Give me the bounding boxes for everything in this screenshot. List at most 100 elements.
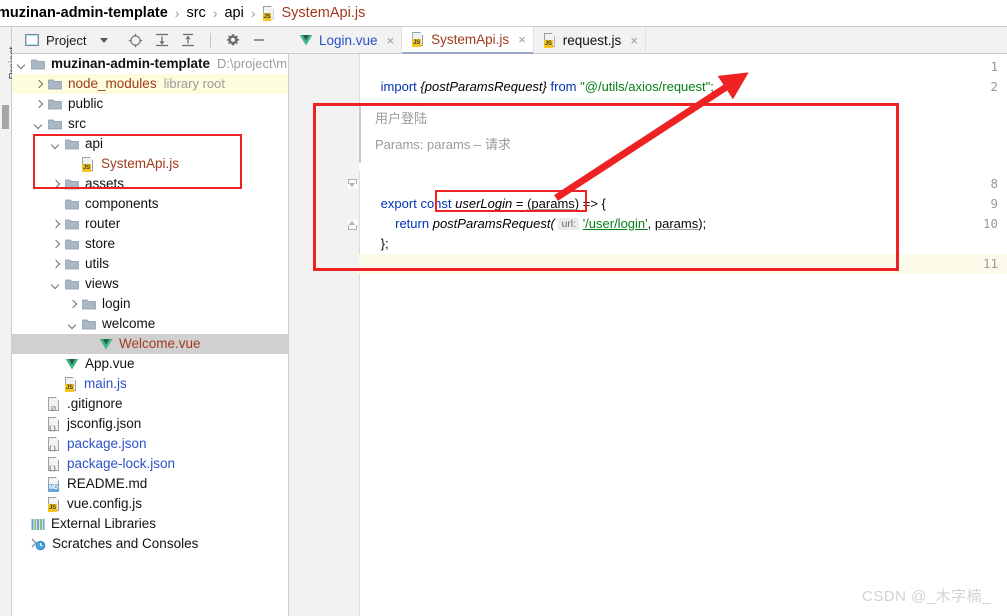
- tree-item-packagejson[interactable]: package.json: [12, 434, 288, 454]
- tree-item-packagelock[interactable]: package-lock.json: [12, 454, 288, 474]
- chevron-right-icon[interactable]: [51, 260, 60, 269]
- file-tree: muzinan-admin-template D:\project\m node_m…: [12, 54, 288, 554]
- code-line-8: export const userLogin = (params) => {: [359, 174, 606, 211]
- tree-item-scratches[interactable]: Scratches and Consoles: [12, 534, 288, 554]
- editor-tab-request-js[interactable]: request.js ×: [534, 27, 646, 54]
- project-tree-panel[interactable]: muzinan-admin-template D:\project\m node_m…: [12, 54, 289, 616]
- chevron-down-icon[interactable]: [51, 140, 60, 149]
- url-string-literal: '/user/login': [582, 216, 648, 231]
- tree-item-store[interactable]: store: [12, 234, 288, 254]
- tree-item-systemapi[interactable]: SystemApi.js: [12, 154, 288, 174]
- tree-item-appvue[interactable]: App.vue: [12, 354, 288, 374]
- tree-item-gitignore[interactable]: .gitignore: [12, 394, 288, 414]
- chevron-right-icon[interactable]: [34, 80, 43, 89]
- tree-item-readme[interactable]: README.md: [12, 474, 288, 494]
- gitignore-file-icon: [48, 397, 61, 413]
- code-editor[interactable]: 1 2 8 9 10 11 import {postParamsRequest}…: [289, 54, 1007, 616]
- breadcrumb-item-api[interactable]: api: [224, 5, 244, 21]
- tree-item-public[interactable]: public: [12, 94, 288, 114]
- tree-item-vueconfig[interactable]: vue.config.js: [12, 494, 288, 514]
- close-icon[interactable]: ×: [518, 33, 526, 46]
- scrollbar-handle[interactable]: [2, 105, 9, 129]
- chevron-right-icon[interactable]: [51, 220, 60, 229]
- chevron-down-icon[interactable]: [100, 37, 109, 43]
- editor-tab-label: request.js: [562, 33, 622, 48]
- import-binding: {postParamsRequest}: [420, 79, 547, 94]
- toolbar-divider: [210, 32, 212, 48]
- tree-item-label: router: [85, 216, 121, 231]
- tree-item-subtext: D:\project\m: [217, 56, 288, 71]
- tree-item-mainjs[interactable]: main.js: [12, 374, 288, 394]
- tree-item-extlibs[interactable]: External Libraries: [12, 514, 288, 534]
- close-icon[interactable]: ×: [630, 34, 638, 47]
- folded-doc-comment[interactable]: 用户登陆 Params: params – 请求: [359, 103, 1007, 171]
- chevron-right-icon[interactable]: [34, 100, 43, 109]
- tree-item-node_modules[interactable]: node_modules library root: [12, 74, 288, 94]
- tree-item-label: welcome: [102, 316, 156, 331]
- hide-panel-icon[interactable]: [252, 33, 266, 47]
- vue-file-icon: [99, 338, 113, 351]
- collapse-all-icon[interactable]: [181, 33, 195, 47]
- vue-file-icon: [65, 358, 79, 371]
- line-number: 11: [982, 256, 998, 271]
- expand-all-icon[interactable]: [155, 33, 169, 47]
- chevron-down-icon[interactable]: [17, 60, 26, 69]
- json-file-icon: [48, 417, 61, 432]
- settings-gear-icon[interactable]: [226, 33, 240, 47]
- tree-item-welcome[interactable]: welcome: [12, 314, 288, 334]
- tree-item-jsconfig[interactable]: jsconfig.json: [12, 414, 288, 434]
- tree-item-subtext: library root: [163, 76, 225, 91]
- folder-icon: [65, 278, 79, 290]
- breadcrumb-separator: ›: [250, 5, 256, 21]
- tree-item-src[interactable]: src: [12, 114, 288, 134]
- tree-item-label: views: [85, 276, 119, 291]
- tree-item-label: .gitignore: [67, 396, 123, 411]
- js-file-icon: [65, 377, 78, 392]
- doc-comment-bar: [359, 103, 361, 163]
- tree-item-components[interactable]: components: [12, 194, 288, 214]
- fold-marker-open[interactable]: [348, 179, 358, 189]
- left-tool-strip: Project: [0, 27, 19, 616]
- chevron-down-icon[interactable]: [68, 320, 77, 329]
- project-view-selector[interactable]: Project: [25, 33, 109, 48]
- current-line-highlight: [359, 254, 1007, 274]
- code-folding-strip[interactable]: [346, 54, 360, 616]
- call-postparamsrequest: postParamsRequest(: [432, 216, 555, 231]
- breadcrumb: muzinan-admin-template › src › api › Sys…: [0, 0, 1007, 27]
- locate-target-icon[interactable]: [128, 33, 143, 48]
- chevron-right-icon[interactable]: [51, 180, 60, 189]
- editor-tab-login-vue[interactable]: Login.vue ×: [289, 27, 403, 54]
- chevron-down-icon[interactable]: [34, 120, 43, 129]
- chevron-right-icon[interactable]: [68, 300, 77, 309]
- breadcrumb-item-root[interactable]: muzinan-admin-template: [0, 5, 169, 21]
- folder-icon: [82, 318, 96, 330]
- breadcrumb-api-label: api: [224, 5, 244, 21]
- breadcrumb-item-src[interactable]: src: [186, 5, 206, 21]
- editor-tab-systemapi-js[interactable]: SystemApi.js ×: [402, 27, 534, 54]
- tree-item-utils[interactable]: utils: [12, 254, 288, 274]
- tree-item-api[interactable]: api: [12, 134, 288, 154]
- tree-item-label: login: [102, 296, 131, 311]
- call-tail: );: [698, 216, 707, 231]
- tree-item-label: store: [85, 236, 116, 251]
- close-icon[interactable]: ×: [387, 34, 395, 47]
- js-file-icon: [262, 6, 276, 21]
- breadcrumb-src-label: src: [186, 5, 206, 21]
- breadcrumb-item-file[interactable]: SystemApi.js: [262, 5, 367, 21]
- code-line-1: import {postParamsRequest} from "@/utils…: [359, 57, 714, 94]
- chevron-down-icon[interactable]: [51, 280, 60, 289]
- tree-item-assets[interactable]: assets: [12, 174, 288, 194]
- fold-marker-close[interactable]: [348, 220, 358, 230]
- tree-item-router[interactable]: router: [12, 214, 288, 234]
- tree-item-login[interactable]: login: [12, 294, 288, 314]
- tree-item-root[interactable]: muzinan-admin-template D:\project\m: [12, 54, 288, 74]
- chevron-right-icon[interactable]: [51, 240, 60, 249]
- tree-item-views[interactable]: views: [12, 274, 288, 294]
- line-number: 10: [982, 216, 998, 231]
- tree-item-label: package-lock.json: [67, 456, 176, 471]
- tree-item-welcomevue[interactable]: Welcome.vue: [12, 334, 288, 354]
